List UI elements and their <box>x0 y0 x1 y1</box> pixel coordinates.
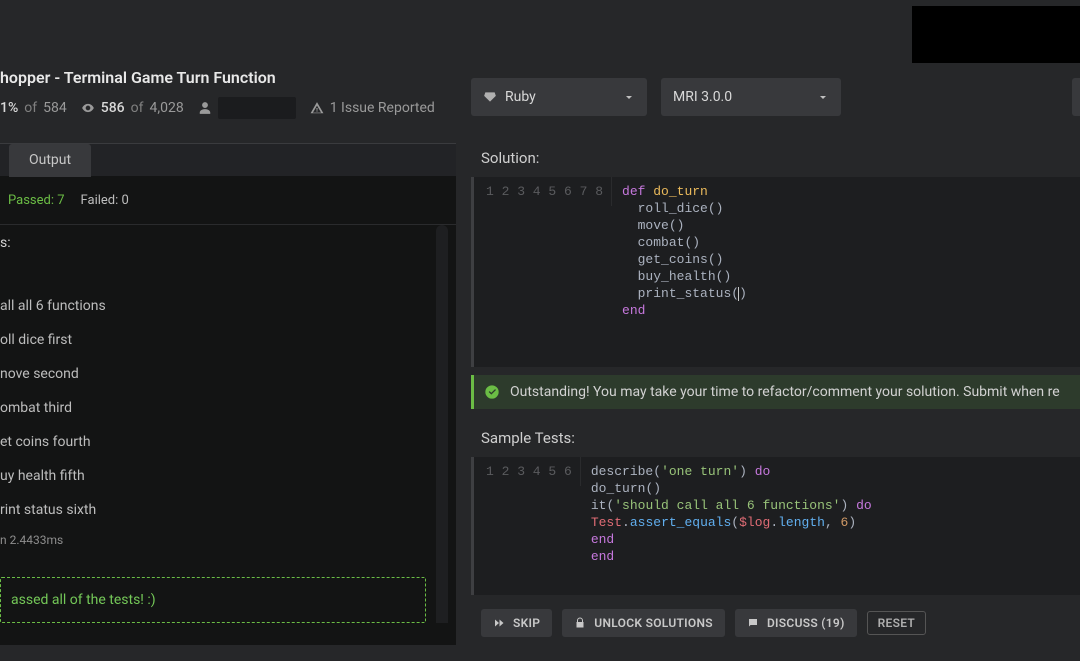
honor-value: 586 <box>101 100 125 116</box>
passed-count: Passed: 7 <box>8 193 65 208</box>
unlock-button[interactable]: UNLOCK SOLUTIONS <box>562 609 725 637</box>
tests-label: Sample Tests: <box>471 423 1080 457</box>
success-banner: Outstanding! You may take your time to r… <box>471 375 1080 409</box>
check-circle-icon <box>484 384 500 400</box>
success-text: Outstanding! You may take your time to r… <box>510 384 1060 400</box>
failed-count: Failed: 0 <box>81 193 129 208</box>
lock-icon <box>574 617 586 629</box>
solution-label: Solution: <box>471 143 1080 177</box>
skip-icon <box>493 617 505 629</box>
skip-button[interactable]: SKIP <box>481 609 552 637</box>
pass-box: assed all of the tests! :) <box>0 577 426 623</box>
check-line: et coins fourth <box>0 425 456 459</box>
check-line: uy health fifth <box>0 459 456 493</box>
progress-total: 584 <box>43 100 67 116</box>
issue-stat[interactable]: 1 Issue Reported <box>310 100 435 116</box>
ruby-icon <box>483 90 497 104</box>
language-select[interactable]: Ruby <box>471 78 647 116</box>
output-tab[interactable]: Output <box>9 144 91 177</box>
reset-label: RESET <box>878 616 915 630</box>
results-area: s: all all 6 functionsoll dice firstnove… <box>0 225 456 623</box>
solution-editor[interactable]: 1 2 3 4 5 6 7 8 def do_turn roll_dice() … <box>471 177 1080 367</box>
of-word-1: of <box>24 100 37 116</box>
top-ad-box <box>912 6 1080 63</box>
check-line: nove second <box>0 357 456 391</box>
check-line: oll dice first <box>0 323 456 357</box>
user-icon <box>198 101 212 115</box>
progress-stat: 1% of 584 <box>0 100 67 116</box>
results-heading: s: <box>0 225 456 255</box>
version-select[interactable]: MRI 3.0.0 <box>661 78 841 116</box>
output-panel: Output Passed: 7 Failed: 0 s: all all 6 … <box>0 143 456 645</box>
chevron-down-icon <box>817 91 829 103</box>
issue-text: 1 Issue Reported <box>330 100 435 116</box>
unlock-label: UNLOCK SOLUTIONS <box>594 616 713 630</box>
check-line: rint status sixth <box>0 493 456 527</box>
output-tabs: Output <box>0 144 456 177</box>
discuss-label: DISCUSS (19) <box>767 616 845 630</box>
check-line: ombat third <box>0 391 456 425</box>
action-bar: SKIP UNLOCK SOLUTIONS DISCUSS (19) RESET <box>471 595 1080 637</box>
time-line: n 2.4433ms <box>0 527 456 547</box>
language-selectors: Ruby MRI 3.0.0 <box>471 78 841 116</box>
right-column: Solution: 1 2 3 4 5 6 7 8 def do_turn ro… <box>471 143 1080 637</box>
language-label: Ruby <box>505 89 536 105</box>
author-stat <box>198 97 296 119</box>
skip-label: SKIP <box>513 616 540 630</box>
extra-pill-edge[interactable] <box>1072 78 1080 116</box>
author-chip[interactable] <box>218 97 296 119</box>
version-label: MRI 3.0.0 <box>673 89 732 105</box>
check-line: all all 6 functions <box>0 289 456 323</box>
reset-button[interactable]: RESET <box>867 611 926 635</box>
honor-total: 4,028 <box>149 100 183 116</box>
warning-icon <box>310 101 324 115</box>
discuss-button[interactable]: DISCUSS (19) <box>735 609 857 637</box>
progress-pct: 1% <box>0 100 18 116</box>
comment-icon <box>747 617 759 629</box>
of-word-2: of <box>131 100 144 116</box>
scrollbar[interactable] <box>436 225 448 623</box>
eye-icon <box>81 101 95 115</box>
honor-stat: 586 of 4,028 <box>81 100 184 116</box>
chevron-down-icon <box>623 91 635 103</box>
test-status-bar: Passed: 7 Failed: 0 <box>0 177 456 225</box>
tests-editor[interactable]: 1 2 3 4 5 6 describe('one turn') do do_t… <box>471 457 1080 595</box>
